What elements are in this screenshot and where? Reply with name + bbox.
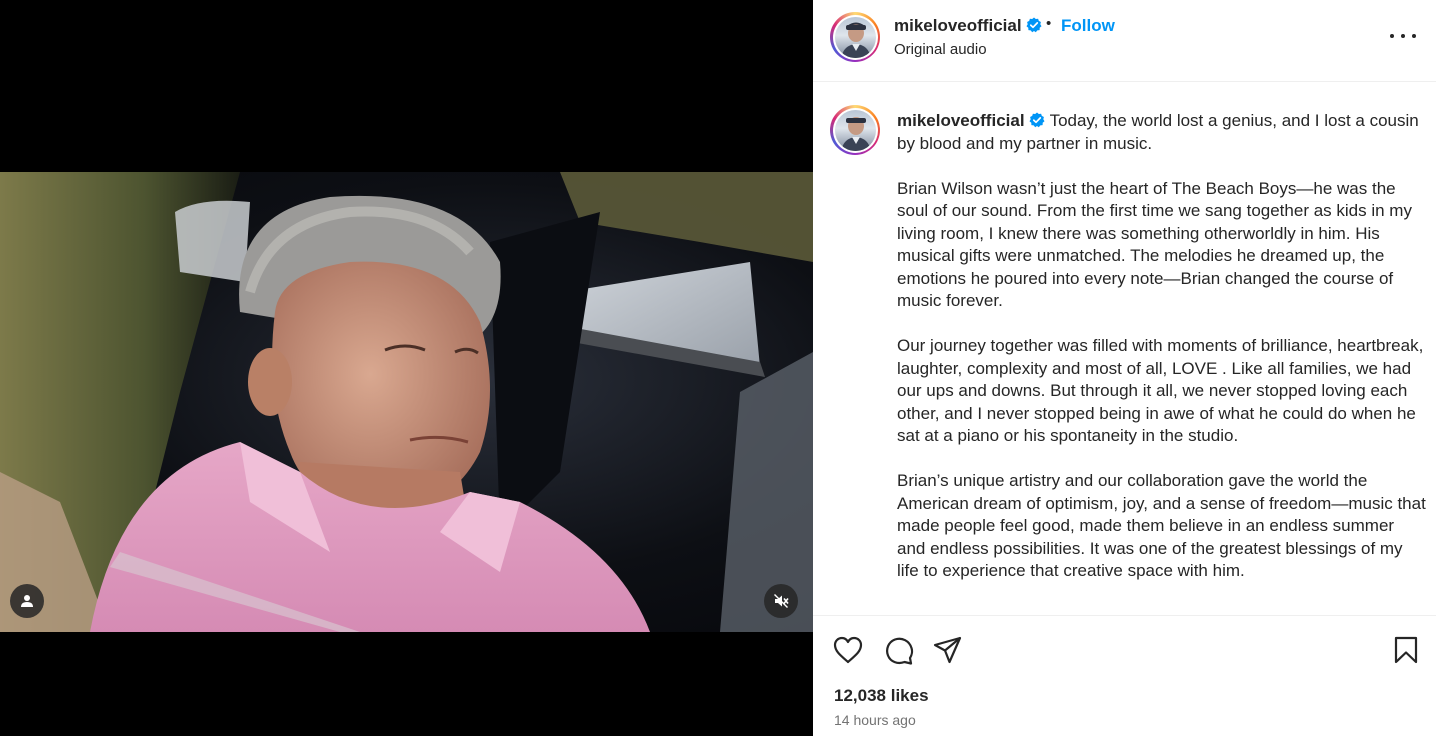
caption-paragraph: Brian Wilson wasn’t just the heart of Th… (897, 178, 1412, 311)
verified-badge (1022, 17, 1042, 36)
comment-bubble-icon (886, 637, 914, 665)
avatar[interactable] (830, 12, 880, 62)
caption-text: mikeloveofficial Today, the world lost a… (897, 110, 1427, 583)
video-still (0, 172, 813, 632)
author-username[interactable]: mikeloveofficial (894, 16, 1022, 36)
more-options-icon (1390, 34, 1394, 38)
profile-photo (840, 22, 871, 58)
caption-username[interactable]: mikeloveofficial (897, 111, 1025, 130)
separator-dot: • (1046, 15, 1052, 32)
share-button[interactable] (932, 634, 964, 666)
follow-button[interactable]: Follow (1061, 16, 1115, 36)
heart-icon (833, 636, 863, 664)
like-count[interactable]: 12,038 likes (834, 686, 929, 706)
speaker-muted-icon (774, 594, 789, 608)
save-button[interactable] (1390, 634, 1422, 666)
verified-icon (1029, 112, 1045, 128)
comment-button[interactable] (883, 634, 915, 666)
like-button[interactable] (832, 634, 864, 666)
post-header: mikeloveofficial • Follow Original audio (813, 0, 1436, 82)
audio-link[interactable]: Original audio (894, 41, 987, 58)
bookmark-icon (1394, 636, 1418, 664)
post-details-pane: mikeloveofficial • Follow Original audio (813, 0, 1436, 736)
tagged-users-button[interactable] (10, 584, 44, 618)
paper-plane-icon (933, 636, 962, 664)
post-media[interactable] (0, 0, 813, 736)
more-options-button[interactable] (1390, 26, 1416, 46)
caption-paragraph: Brian’s unique artistry and our collabor… (897, 471, 1426, 580)
action-bar: 12,038 likes 14 hours ago (813, 616, 1436, 736)
caption-avatar[interactable] (830, 105, 880, 155)
video-frame[interactable] (0, 172, 813, 632)
verified-icon (1026, 17, 1042, 33)
profile-photo (840, 116, 871, 151)
mute-toggle-button[interactable] (764, 584, 798, 618)
caption-section[interactable]: mikeloveofficial Today, the world lost a… (813, 82, 1436, 616)
user-tag-icon (21, 595, 33, 607)
caption-paragraph: Our journey together was filled with mom… (897, 336, 1424, 445)
post-timestamp[interactable]: 14 hours ago (834, 712, 916, 728)
